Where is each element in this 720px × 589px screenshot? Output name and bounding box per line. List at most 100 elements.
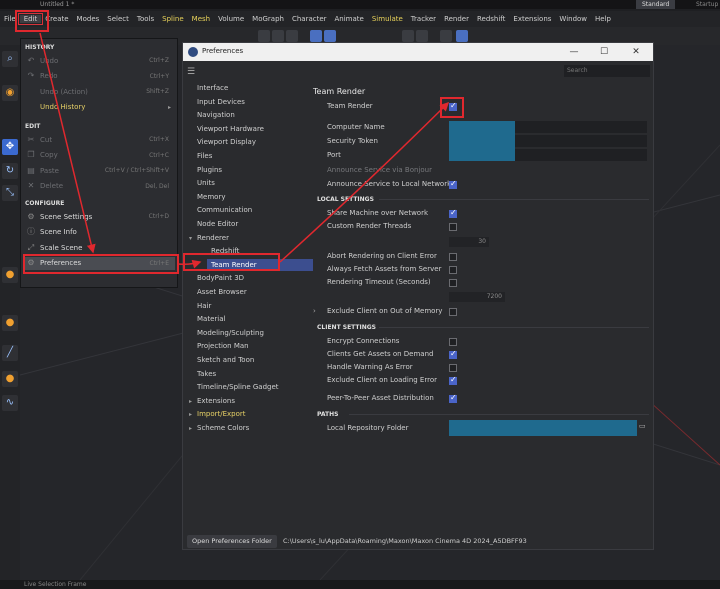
live-selection-icon[interactable]: ◉ — [2, 85, 18, 101]
edit-menu-item-scene-info[interactable]: ⓘ Scene Info — [23, 226, 175, 239]
menu-modes[interactable]: Modes — [73, 15, 104, 23]
tree-item-memory[interactable]: Memory — [189, 191, 301, 203]
edit-menu-item-cut[interactable]: ✂ Cut Ctrl+X — [23, 133, 175, 146]
edit-menu-item-undo-history[interactable]: Undo History ▸ — [23, 101, 175, 114]
abort-rendering-checkbox[interactable] — [449, 253, 457, 261]
tree-item-takes[interactable]: Takes — [189, 368, 301, 380]
brush-icon[interactable]: ╱ — [2, 345, 18, 361]
encrypt-checkbox[interactable] — [449, 338, 457, 346]
menu-help[interactable]: Help — [591, 15, 615, 23]
exclude-loading-checkbox[interactable] — [449, 375, 457, 385]
layout-startup-tab[interactable]: Startup — [690, 0, 720, 9]
expand-arrow-icon[interactable]: › — [313, 307, 316, 315]
toolbar-button[interactable] — [440, 30, 452, 42]
edit-menu-item-redo[interactable]: ↷ Redo Ctrl+Y — [23, 70, 175, 83]
edit-menu-item-scale-scene[interactable]: ⤢ Scale Scene — [23, 241, 175, 254]
menu-mograph[interactable]: MoGraph — [248, 15, 288, 23]
render-threads-input[interactable]: 30 — [449, 237, 489, 247]
rendering-timeout-input[interactable]: 7200 — [449, 292, 505, 302]
tree-item-node-editor[interactable]: Node Editor — [189, 218, 301, 230]
menu-extensions[interactable]: Extensions — [509, 15, 555, 23]
local-repository-field[interactable] — [449, 420, 637, 436]
menu-mesh[interactable]: Mesh — [188, 15, 214, 23]
maximize-icon[interactable]: ☐ — [597, 45, 611, 59]
tree-item-navigation[interactable]: Navigation — [189, 109, 301, 121]
share-machine-checkbox[interactable] — [449, 208, 457, 218]
tree-item-material[interactable]: Material — [189, 313, 301, 325]
menu-animate[interactable]: Animate — [331, 15, 368, 23]
collapsed-arrow-icon[interactable]: ▸ — [189, 423, 197, 435]
search-icon[interactable]: ⌕ — [2, 51, 18, 67]
always-fetch-checkbox[interactable] — [449, 266, 457, 274]
tree-item-timeline-spline-gadget[interactable]: Timeline/Spline Gadget — [189, 381, 301, 393]
close-icon[interactable]: ✕ — [629, 45, 643, 59]
menu-spline[interactable]: Spline — [158, 15, 188, 23]
tree-item-files[interactable]: Files — [189, 150, 301, 162]
tool-icon[interactable]: ● — [2, 371, 18, 387]
edit-menu-item-scene-settings[interactable]: ⚙ Scene Settings Ctrl+D — [23, 210, 175, 223]
toolbar-button[interactable] — [324, 30, 336, 42]
p2p-checkbox[interactable] — [449, 393, 457, 403]
tree-item-sketch-and-toon[interactable]: Sketch and Toon — [189, 354, 301, 366]
menu-simulate[interactable]: Simulate — [368, 15, 407, 23]
tree-item-scheme-colors[interactable]: ▸ Scheme Colors — [189, 422, 301, 434]
custom-threads-checkbox[interactable] — [449, 223, 457, 231]
menu-volume[interactable]: Volume — [214, 15, 248, 23]
minimize-icon[interactable]: — — [567, 45, 581, 59]
handle-warning-checkbox[interactable] — [449, 364, 457, 372]
menu-window[interactable]: Window — [555, 15, 591, 23]
tree-item-communication[interactable]: Communication — [189, 204, 301, 216]
tree-item-modeling-sculpting[interactable]: Modeling/Sculpting — [189, 327, 301, 339]
tool-icon[interactable]: ● — [2, 267, 18, 283]
collapsed-arrow-icon[interactable]: ▸ — [189, 396, 197, 408]
rotate-icon[interactable]: ↻ — [2, 163, 18, 179]
menu-redshift[interactable]: Redshift — [473, 15, 509, 23]
preferences-titlebar[interactable]: Preferences — ☐ ✕ — [183, 43, 653, 61]
tree-item-units[interactable]: Units — [189, 177, 301, 189]
menu-tracker[interactable]: Tracker — [407, 15, 440, 23]
tree-item-input-devices[interactable]: Input Devices — [189, 96, 301, 108]
hamburger-menu-icon[interactable]: ☰ — [187, 67, 195, 77]
menu-render[interactable]: Render — [440, 15, 473, 23]
toolbar-button[interactable] — [456, 30, 468, 42]
toolbar-button[interactable] — [310, 30, 322, 42]
menu-select[interactable]: Select — [103, 15, 133, 23]
move-icon[interactable]: ✥ — [2, 139, 18, 155]
menu-tools[interactable]: Tools — [133, 15, 158, 23]
edit-menu-item-copy[interactable]: ❐ Copy Ctrl+C — [23, 149, 175, 162]
collapsed-arrow-icon[interactable]: ▸ — [189, 409, 197, 421]
tree-item-bodypaint-3d[interactable]: BodyPaint 3D — [189, 272, 301, 284]
edit-menu-item-undo-action[interactable]: Undo (Action) Shift+Z — [23, 85, 175, 98]
tree-item-viewport-display[interactable]: Viewport Display — [189, 136, 301, 148]
expanded-arrow-icon[interactable]: ▾ — [189, 233, 197, 245]
tree-item-plugins[interactable]: Plugins — [189, 164, 301, 176]
tree-item-asset-browser[interactable]: Asset Browser — [189, 286, 301, 298]
preferences-search-input[interactable]: Search — [564, 65, 650, 77]
spline-tool-icon[interactable]: ∿ — [2, 395, 18, 411]
toolbar-button[interactable] — [402, 30, 414, 42]
announce-local-checkbox[interactable] — [449, 179, 457, 189]
toolbar-button[interactable] — [286, 30, 298, 42]
tree-item-hair[interactable]: Hair — [189, 300, 301, 312]
clients-get-assets-checkbox[interactable] — [449, 349, 457, 359]
scale-icon[interactable]: ⤡ — [2, 185, 18, 201]
toolbar-button[interactable] — [272, 30, 284, 42]
tree-item-viewport-hardware[interactable]: Viewport Hardware — [189, 123, 301, 135]
edit-menu-item-undo[interactable]: ↶ Undo Ctrl+Z — [23, 54, 175, 67]
toolbar-button[interactable] — [416, 30, 428, 42]
document-tab[interactable]: Untitled 1 * — [40, 0, 74, 9]
tree-item-interface[interactable]: Interface — [189, 82, 301, 94]
tree-item-import-export[interactable]: ▸ Import/Export — [189, 408, 301, 420]
toolbar-button[interactable] — [258, 30, 270, 42]
folder-icon[interactable]: ▭ — [639, 422, 646, 430]
exclude-oom-checkbox[interactable] — [449, 308, 457, 316]
edit-menu-item-delete[interactable]: ✕ Delete Del, Del — [23, 180, 175, 193]
tool-icon[interactable]: ● — [2, 315, 18, 331]
edit-menu-item-paste[interactable]: ▤ Paste Ctrl+V / Ctrl+Shift+V — [23, 164, 175, 177]
tree-item-extensions[interactable]: ▸ Extensions — [189, 395, 301, 407]
tree-item-renderer[interactable]: ▾ Renderer — [189, 232, 301, 244]
layout-standard-tab[interactable]: Standard — [636, 0, 676, 9]
menu-character[interactable]: Character — [288, 15, 331, 23]
tree-item-projection-man[interactable]: Projection Man — [189, 340, 301, 352]
open-preferences-folder-button[interactable]: Open Preferences Folder — [187, 535, 277, 548]
